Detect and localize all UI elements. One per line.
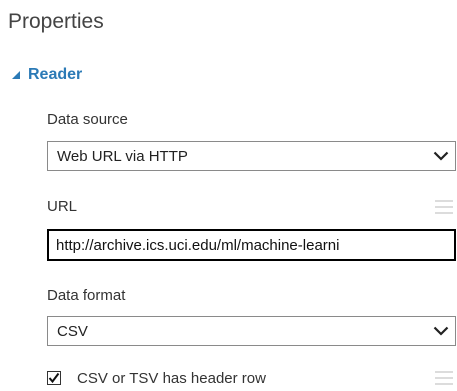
section-label: Reader <box>28 66 83 83</box>
chevron-down-icon <box>427 317 455 345</box>
drag-handle-icon[interactable] <box>435 370 453 386</box>
data-format-label: Data format <box>47 287 126 304</box>
checkmark-icon <box>48 372 60 384</box>
properties-panel: Properties Reader Data source Web URL vi… <box>0 0 457 391</box>
triangle-expanded-icon <box>12 71 20 79</box>
drag-handle-icon[interactable] <box>435 199 453 215</box>
chevron-down-icon <box>427 142 455 170</box>
header-row-checkbox-row[interactable]: CSV or TSV has header row <box>47 368 266 388</box>
data-source-select[interactable]: Web URL via HTTP <box>47 141 456 171</box>
section-header-reader[interactable]: Reader <box>10 64 82 86</box>
data-source-value: Web URL via HTTP <box>57 147 188 165</box>
url-label: URL <box>47 198 78 215</box>
header-row-label: CSV or TSV has header row <box>77 369 266 387</box>
data-format-select[interactable]: CSV <box>47 316 456 346</box>
header-row-checkbox[interactable] <box>47 371 61 385</box>
data-format-value: CSV <box>57 322 88 340</box>
url-input[interactable] <box>47 229 456 261</box>
panel-title: Properties <box>8 10 104 33</box>
data-source-label: Data source <box>47 111 128 128</box>
